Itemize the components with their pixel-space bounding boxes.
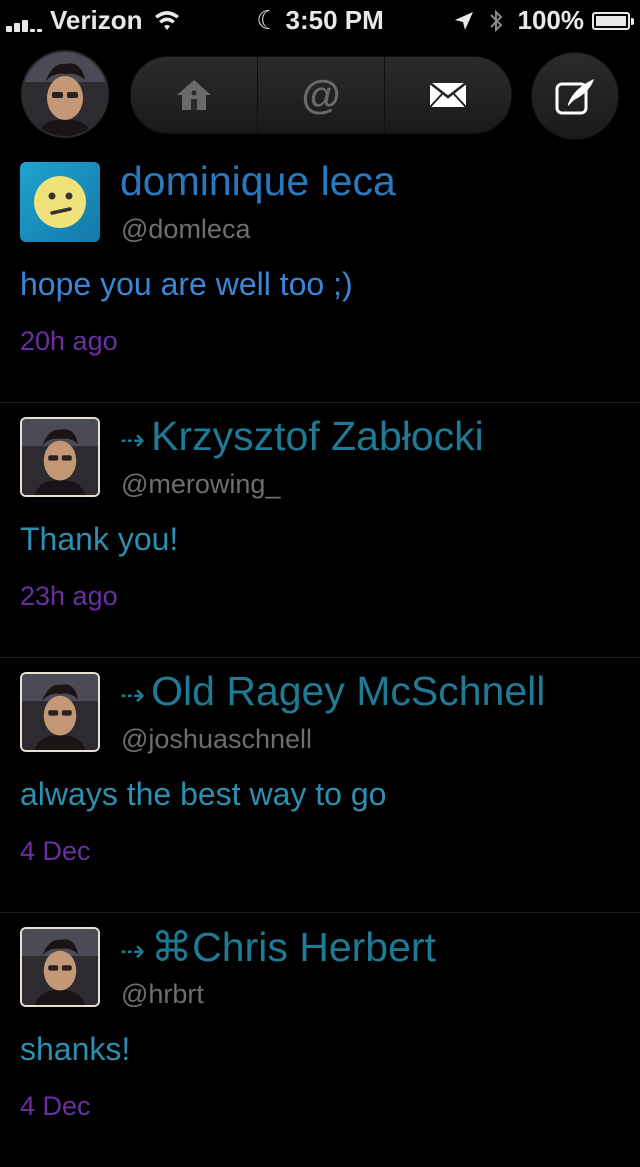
profile-photo: [22, 929, 98, 1005]
moon-icon: ☾: [256, 5, 280, 35]
profile-avatar[interactable]: [21, 50, 109, 138]
recipient-handle: @hrbrt: [121, 979, 204, 1009]
recipient-name-label: Old Ragey McSchnell: [151, 668, 546, 714]
recipient-name[interactable]: ⇢ ⌘Chris Herbert: [120, 923, 436, 971]
avatar[interactable]: [20, 927, 100, 1007]
compose-button[interactable]: [531, 52, 619, 140]
list-item[interactable]: dominique leca @domleca hope you are wel…: [0, 148, 640, 403]
message-feed: dominique leca @domleca hope you are wel…: [0, 148, 640, 1167]
clock: 3:50 PM: [285, 5, 384, 35]
recipient-name[interactable]: ⇢ Krzysztof Zabłocki: [120, 413, 484, 460]
recipient-name-label: ⌘Chris Herbert: [151, 924, 436, 970]
tab-bar: @: [130, 56, 512, 134]
profile-photo: [23, 52, 107, 136]
tab-mentions[interactable]: @: [258, 57, 385, 133]
mail-icon: [429, 82, 467, 108]
recipient-name-label: Krzysztof Zabłocki: [151, 413, 484, 459]
compose-icon: [555, 79, 594, 115]
list-item[interactable]: ⇢ Krzysztof Zabłocki @merowing_ Thank you…: [0, 403, 640, 658]
message-text: shanks!: [20, 1031, 131, 1067]
profile-photo: [22, 674, 98, 750]
reply-arrow-icon: ⇢: [120, 935, 145, 968]
mention-icon: @: [301, 72, 341, 117]
status-bar: Verizon ☾ 3:50 PM 100%: [0, 0, 640, 40]
avatar[interactable]: [20, 417, 100, 497]
tab-messages[interactable]: [385, 57, 511, 133]
timestamp: 20h ago: [20, 326, 118, 356]
status-right: 100%: [454, 5, 634, 36]
recipient-handle: @joshuaschnell: [121, 724, 313, 754]
message-text: hope you are well too ;): [20, 266, 353, 302]
list-item[interactable]: ⇢ ⌘Chris Herbert @hrbrt shanks! 4 Dec: [0, 913, 640, 1167]
avatar[interactable]: [20, 672, 100, 752]
message-text: Thank you!: [20, 521, 179, 557]
toolbar: @: [0, 44, 640, 144]
recipient-name[interactable]: ⇢ Old Ragey McSchnell: [120, 668, 545, 715]
home-icon: [177, 80, 211, 110]
timestamp: 4 Dec: [20, 1091, 91, 1121]
message-text: always the best way to go: [20, 776, 387, 812]
timestamp: 23h ago: [20, 581, 118, 611]
list-item[interactable]: ⇢ Old Ragey McSchnell @joshuaschnell alwa…: [0, 658, 640, 913]
battery-icon: [592, 11, 634, 30]
battery-percent: 100%: [517, 5, 585, 35]
recipient-handle: @merowing_: [121, 469, 281, 499]
smiley-avatar-icon: [34, 176, 86, 228]
reply-arrow-icon: ⇢: [120, 424, 145, 457]
location-arrow-icon: [454, 11, 473, 30]
sender-handle: @domleca: [121, 214, 251, 244]
bluetooth-icon: [489, 9, 502, 32]
reply-arrow-icon: ⇢: [120, 679, 145, 712]
profile-photo: [22, 419, 98, 495]
sender-name[interactable]: dominique leca: [120, 158, 396, 205]
timestamp: 4 Dec: [20, 836, 91, 866]
avatar[interactable]: [20, 162, 100, 242]
tab-home[interactable]: [131, 57, 258, 133]
